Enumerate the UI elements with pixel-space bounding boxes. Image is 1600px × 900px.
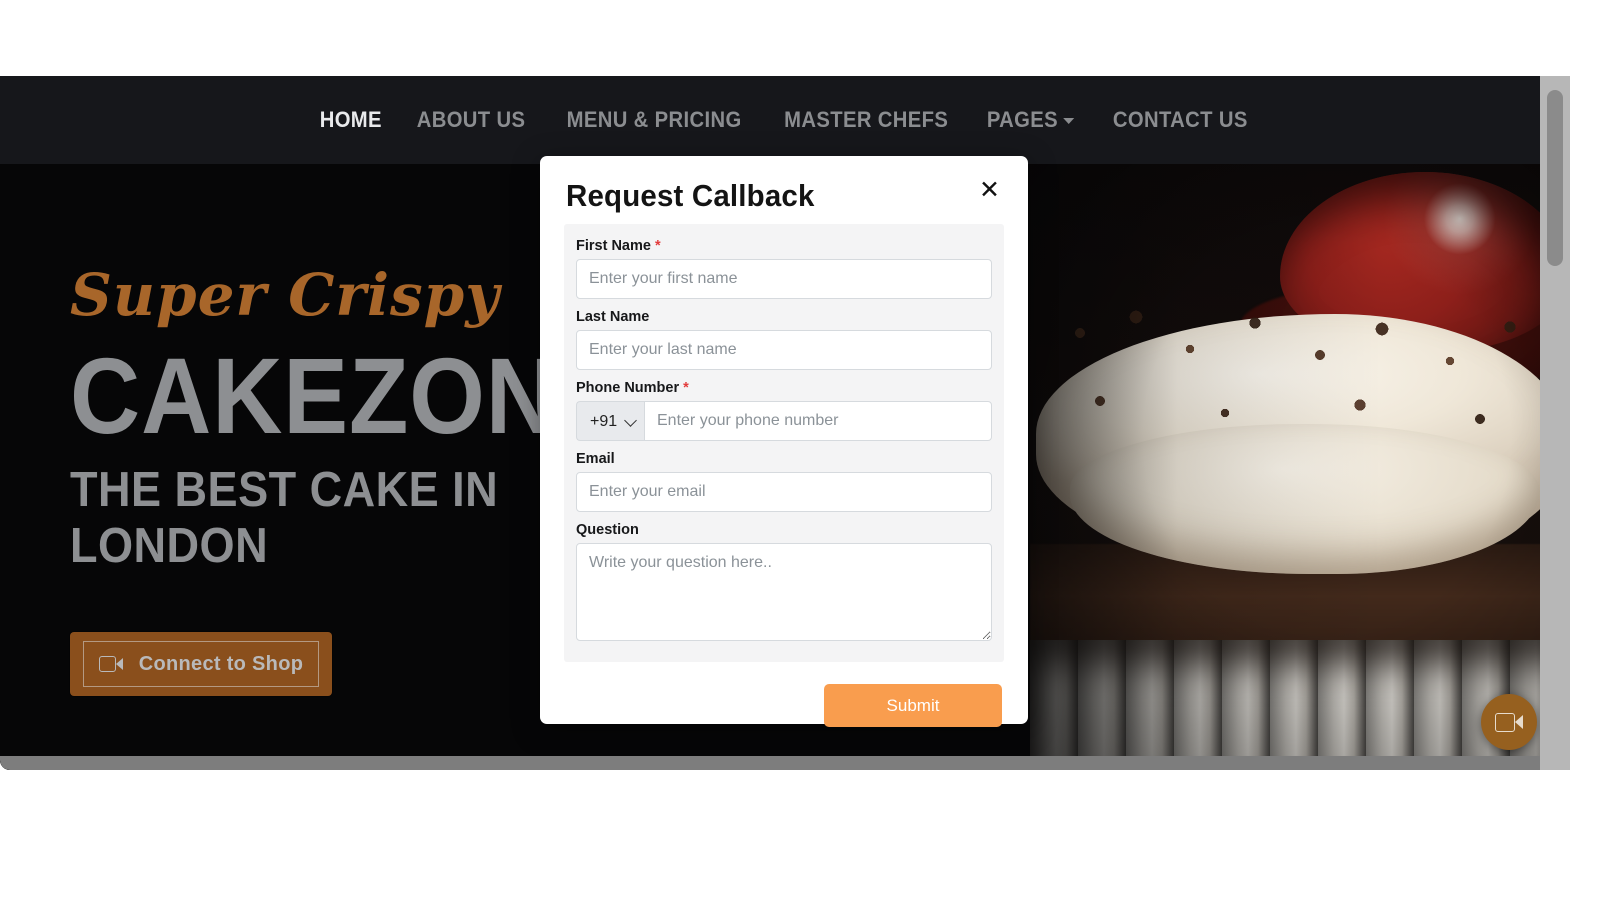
- last-name-label-text: Last Name: [576, 309, 650, 325]
- question-label-text: Question: [576, 522, 639, 538]
- last-name-input[interactable]: [576, 330, 992, 370]
- email-label: Email: [576, 451, 992, 467]
- last-name-label: Last Name: [576, 309, 992, 325]
- nav-label: HOME: [319, 107, 382, 132]
- chevron-down-icon: [1063, 118, 1075, 125]
- required-marker: *: [654, 238, 661, 254]
- vertical-scrollbar-thumb[interactable]: [1547, 90, 1563, 266]
- phone-input-row: +91: [576, 401, 992, 441]
- video-camera-icon: [98, 656, 123, 673]
- nav-label: PAGES: [986, 107, 1059, 132]
- first-name-label-text: First Name: [576, 238, 651, 254]
- nav-label: CONTACT US: [1112, 107, 1248, 132]
- page-content: HOME ABOUT US MENU & PRICING MASTER CHEF…: [0, 76, 1570, 770]
- question-label: Question: [576, 522, 992, 538]
- email-field-group: Email: [576, 451, 992, 512]
- phone-label: Phone Number *: [576, 380, 992, 396]
- nav-item-contact-us[interactable]: CONTACT US: [1099, 107, 1260, 133]
- phone-field-group: Phone Number * +91: [576, 380, 992, 441]
- video-camera-icon: [1495, 712, 1523, 732]
- nav-label: MASTER CHEFS: [783, 107, 948, 132]
- nav-item-about-us[interactable]: ABOUT US: [404, 107, 538, 133]
- callback-form: First Name * Last Name Phone Number *: [564, 224, 1004, 662]
- main-navbar: HOME ABOUT US MENU & PRICING MASTER CHEF…: [0, 76, 1570, 164]
- first-name-label: First Name *: [576, 238, 992, 254]
- phone-number-input[interactable]: [644, 401, 992, 441]
- first-name-field-group: First Name *: [576, 238, 992, 299]
- video-call-fab-button[interactable]: [1481, 694, 1537, 750]
- nav-label: ABOUT US: [417, 107, 526, 132]
- first-name-input[interactable]: [576, 259, 992, 299]
- photo-vignette: [1030, 164, 1570, 770]
- horizontal-scrollbar[interactable]: [0, 756, 1570, 770]
- request-callback-modal: Request Callback ✕ First Name * Last Nam…: [540, 156, 1028, 727]
- email-input[interactable]: [576, 472, 992, 512]
- country-code-select[interactable]: +91: [576, 401, 644, 441]
- required-marker: *: [683, 380, 689, 396]
- phone-label-text: Phone Number: [576, 380, 680, 396]
- nav-label: MENU & PRICING: [566, 107, 742, 132]
- vertical-scrollbar[interactable]: [1540, 76, 1570, 770]
- email-label-text: Email: [576, 451, 615, 467]
- connect-to-shop-inner: Connect to Shop: [83, 641, 319, 688]
- nav-item-menu-pricing[interactable]: MENU & PRICING: [553, 107, 754, 133]
- modal-header: Request Callback ✕: [540, 156, 1028, 224]
- connect-to-shop-button[interactable]: Connect to Shop: [70, 632, 332, 697]
- nav-item-pages[interactable]: PAGES: [974, 107, 1088, 133]
- nav-item-home[interactable]: HOME: [307, 107, 395, 133]
- connect-to-shop-label: Connect to Shop: [138, 652, 304, 675]
- close-icon[interactable]: ✕: [975, 178, 1004, 203]
- modal-footer: Submit: [540, 662, 1028, 751]
- nav-list: HOME ABOUT US MENU & PRICING MASTER CHEF…: [303, 107, 1267, 133]
- modal-title: Request Callback: [566, 178, 815, 213]
- question-field-group: Question: [576, 522, 992, 646]
- submit-button[interactable]: Submit: [824, 684, 1002, 727]
- browser-viewport: HOME ABOUT US MENU & PRICING MASTER CHEF…: [0, 76, 1600, 784]
- country-code-wrapper: +91: [576, 401, 644, 441]
- last-name-field-group: Last Name: [576, 309, 992, 370]
- question-textarea[interactable]: [576, 543, 992, 641]
- hero-cupcake-photo: [1030, 164, 1570, 770]
- nav-item-master-chefs[interactable]: MASTER CHEFS: [771, 107, 961, 133]
